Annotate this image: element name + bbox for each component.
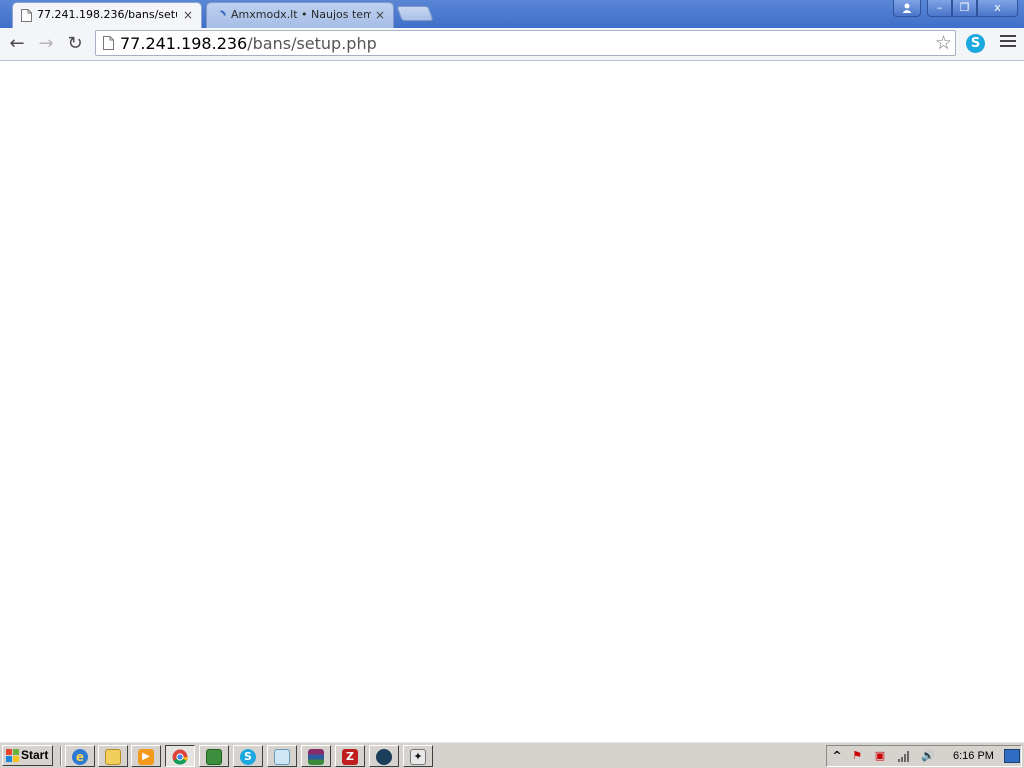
back-button[interactable]: ← — [6, 34, 28, 56]
counter-strike-icon: ✦ — [410, 749, 426, 765]
ie-launcher[interactable]: e — [65, 745, 95, 767]
network-signal-icon[interactable] — [897, 749, 911, 763]
safely-remove-hardware-icon[interactable]: ▣ — [873, 749, 887, 763]
address-bar[interactable]: 77.241.198.236/bans/setup.php ☆ — [95, 30, 956, 56]
media-player-launcher[interactable]: ▶ — [131, 745, 161, 767]
chrome-icon — [172, 749, 188, 765]
clock[interactable]: 6:16 PM — [953, 749, 994, 763]
skype-icon: S — [240, 749, 256, 765]
tab-close-button[interactable]: × — [183, 3, 193, 27]
media-player-icon: ▶ — [138, 749, 154, 765]
title-bar: 77.241.198.236/bans/setup × Amxmodx.lt •… — [0, 0, 1024, 28]
browser-toolbar: ← → ↻ 77.241.198.236/bans/setup.php ☆ S — [0, 28, 1024, 61]
loading-spinner-icon — [220, 10, 226, 16]
taskbar-divider — [60, 746, 62, 766]
counter-strike-launcher[interactable]: ✦ — [403, 745, 433, 767]
url-path: /bans/setup.php — [247, 34, 377, 53]
volume-icon[interactable]: 🔊 — [921, 749, 935, 763]
skype-launcher[interactable]: S — [233, 745, 263, 767]
forward-button[interactable]: → — [35, 34, 57, 56]
windows-flag-icon — [6, 749, 19, 762]
profile-button[interactable] — [893, 0, 921, 17]
filezilla-icon: Z — [342, 749, 358, 765]
start-label: Start — [21, 748, 49, 762]
internet-explorer-icon: e — [72, 749, 88, 765]
page-content — [0, 62, 1024, 741]
tab-title: Amxmodx.lt • Naujos temos — [231, 8, 371, 21]
show-desktop-icon[interactable] — [1004, 749, 1020, 763]
explorer-launcher[interactable] — [98, 745, 128, 767]
winrar-launcher[interactable] — [301, 745, 331, 767]
restore-button[interactable]: ❐ — [952, 0, 977, 17]
show-hidden-icons-button[interactable]: ^ — [830, 749, 844, 763]
person-icon — [902, 3, 912, 13]
tab-close-button[interactable]: × — [375, 3, 385, 27]
page-icon — [21, 9, 32, 22]
network-icon — [206, 749, 222, 765]
taskbar: Start e ▶ S Z ✦ ^ ⚑ ▣ 🔊 6:16 PM — [0, 741, 1024, 768]
page-icon — [103, 36, 114, 50]
winrar-icon — [308, 749, 324, 765]
minimize-button[interactable]: – — [927, 0, 952, 17]
action-center-flag-icon[interactable]: ⚑ — [850, 749, 864, 763]
notepad-icon — [274, 749, 290, 765]
tab-amxmodx[interactable]: Amxmodx.lt • Naujos temos × — [206, 2, 394, 28]
file-explorer-icon — [105, 749, 121, 765]
skype-extension-icon[interactable]: S — [966, 34, 985, 53]
network-launcher[interactable] — [199, 745, 229, 767]
chrome-menu-icon[interactable] — [1000, 35, 1016, 49]
start-button[interactable]: Start — [2, 745, 53, 766]
url-text[interactable]: 77.241.198.236/bans/setup.php — [120, 34, 377, 54]
steam-launcher[interactable] — [369, 745, 399, 767]
tab-title: 77.241.198.236/bans/setup — [37, 8, 177, 21]
chrome-taskbar-button[interactable] — [165, 745, 195, 767]
url-host: 77.241.198.236 — [120, 34, 248, 53]
notepad-launcher[interactable] — [267, 745, 297, 767]
bookmark-star-icon[interactable]: ☆ — [935, 32, 952, 54]
tab-setup[interactable]: 77.241.198.236/bans/setup × — [12, 2, 202, 28]
reload-button[interactable]: ↻ — [64, 34, 86, 56]
filezilla-launcher[interactable]: Z — [335, 745, 365, 767]
close-button[interactable]: x — [977, 0, 1018, 17]
steam-icon — [376, 749, 392, 765]
system-tray: ^ ⚑ ▣ 🔊 6:16 PM — [826, 745, 1022, 767]
new-tab-button[interactable] — [396, 6, 434, 21]
